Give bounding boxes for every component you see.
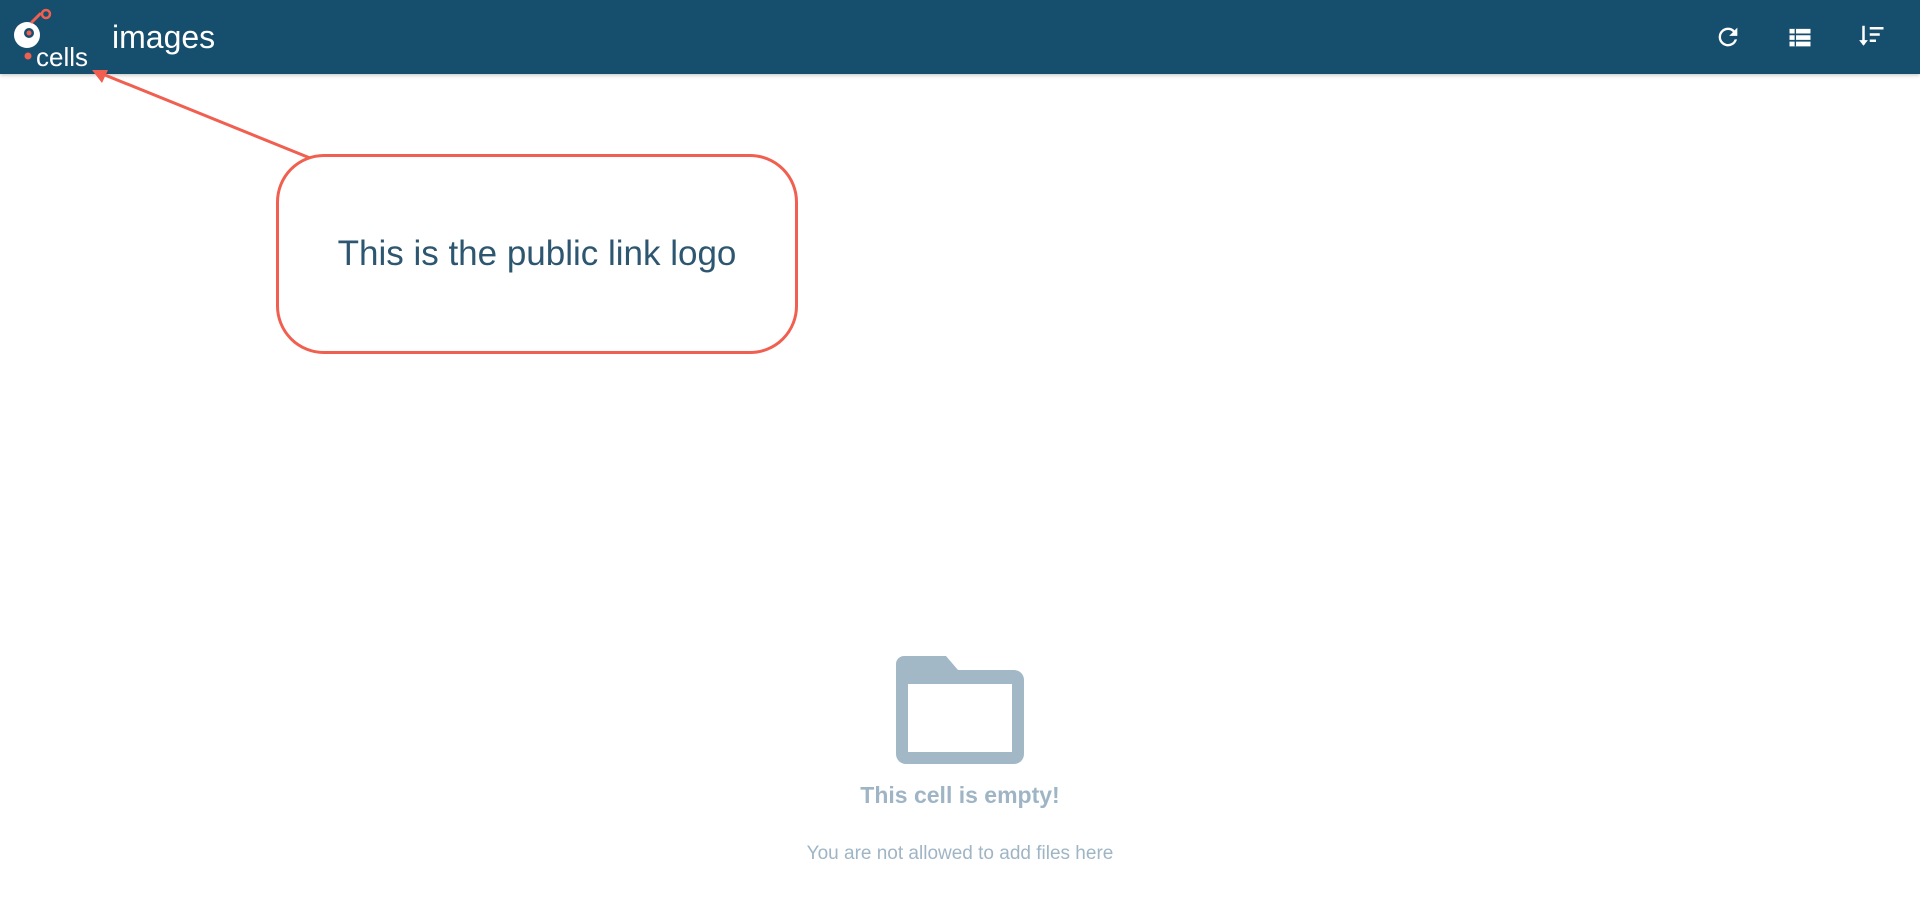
sort-button[interactable] (1853, 19, 1889, 55)
refresh-button[interactable] (1710, 19, 1746, 55)
view-list-icon (1789, 28, 1811, 47)
refresh-icon (1718, 27, 1738, 47)
empty-title: This cell is empty! (860, 782, 1060, 808)
folder-icon (896, 656, 1024, 764)
sort-icon (1859, 25, 1884, 46)
view-list-button[interactable] (1782, 19, 1818, 55)
annotation-text: This is the public link logo (337, 234, 737, 273)
empty-state: This cell is empty! You are not allowed … (760, 656, 1160, 865)
annotation-callout: This is the public link logo (276, 154, 798, 354)
empty-subtitle: You are not allowed to add files here (806, 843, 1114, 864)
